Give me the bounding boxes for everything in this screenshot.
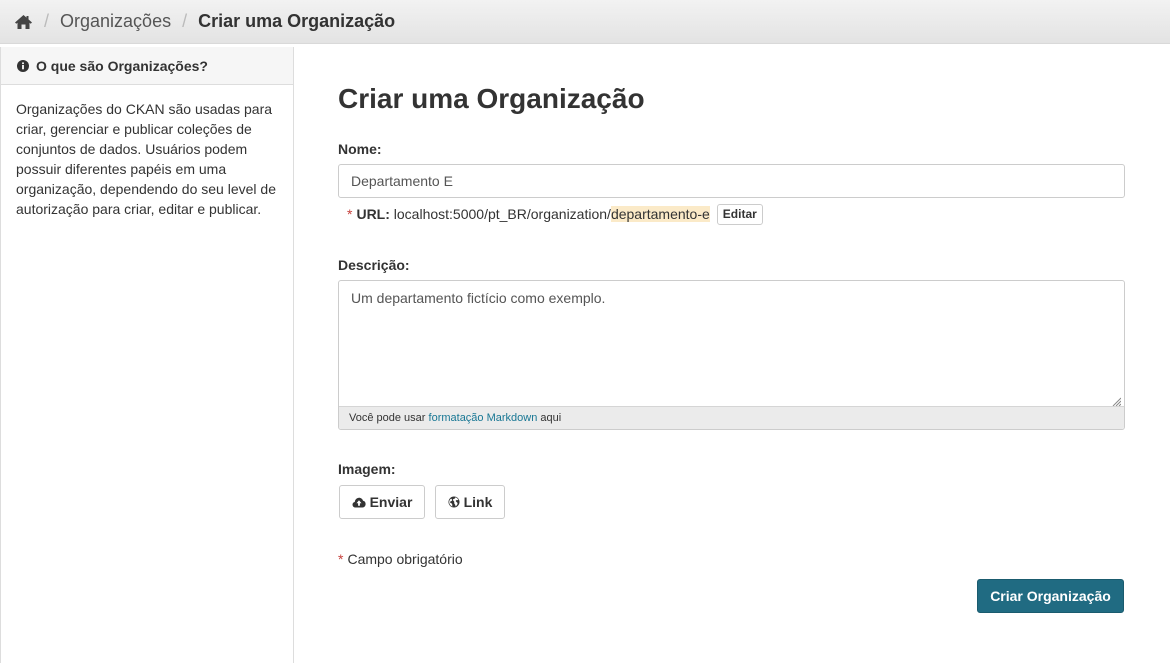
url-label: URL: (356, 206, 390, 222)
description-textarea[interactable]: Um departamento fictício como exemplo. (339, 281, 1124, 406)
link-image-button[interactable]: Link (435, 485, 505, 519)
markdown-help-prefix: Você pode usar (349, 412, 429, 424)
resize-handle-icon[interactable] (1112, 393, 1122, 407)
page-title: Criar uma Organização (338, 83, 645, 114)
required-asterisk: * (347, 206, 353, 222)
breadcrumb: / Organizações / Criar uma Organização (0, 0, 1170, 44)
name-label: Nome: (338, 141, 382, 157)
info-circle-icon (17, 59, 29, 72)
markdown-help-suffix: aqui (537, 412, 562, 424)
required-asterisk: * (338, 551, 344, 567)
url-slug: departamento-e (610, 206, 710, 222)
url-line: * URL: localhost:5000/pt_BR/organization… (347, 203, 763, 225)
sidebar-heading: O que são Organizações? (1, 47, 293, 85)
globe-icon (448, 496, 460, 508)
home-icon[interactable] (14, 14, 33, 30)
name-input[interactable]: Departamento E (338, 164, 1125, 198)
image-label: Imagem: (338, 461, 396, 477)
url-prefix: localhost:5000/pt_BR/organization/ (393, 206, 611, 222)
description-textarea-container: Um departamento fictício como exemplo. V… (338, 280, 1125, 430)
required-field-note: * Campo obrigatório (338, 551, 463, 567)
breadcrumb-separator: / (44, 11, 50, 31)
breadcrumb-separator: / (182, 11, 188, 31)
sidebar-description: Organizações do CKAN são usadas para cri… (16, 101, 276, 217)
upload-label: Enviar (369, 494, 413, 510)
create-organization-button[interactable]: Criar Organização (977, 579, 1124, 613)
markdown-help: Você pode usar formatação Markdown aqui (339, 406, 1124, 429)
sidebar-info-panel: O que são Organizações? Organizações do … (0, 47, 294, 663)
required-note-text: Campo obrigatório (347, 551, 463, 567)
breadcrumb-current[interactable]: Criar uma Organização (198, 11, 395, 32)
upload-image-button[interactable]: Enviar (339, 485, 425, 519)
sidebar-heading-text: O que são Organizações? (36, 57, 208, 74)
edit-url-button[interactable]: Editar (716, 203, 763, 225)
cloud-upload-icon (352, 497, 366, 507)
markdown-help-link[interactable]: formatação Markdown (429, 412, 538, 424)
breadcrumb-organizations-link[interactable]: Organizações (60, 11, 171, 32)
description-label: Descrição: (338, 257, 410, 273)
link-label: Link (463, 494, 493, 510)
